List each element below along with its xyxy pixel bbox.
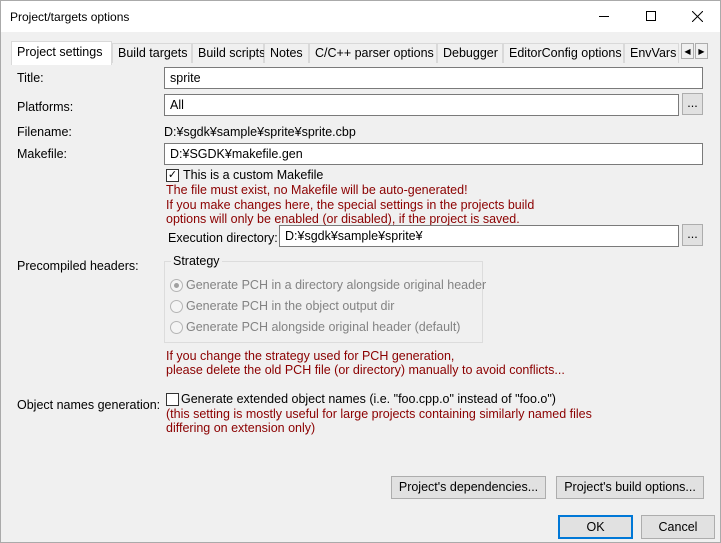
- window-title: Project/targets options: [10, 10, 130, 24]
- exec-dir-browse-button[interactable]: ...: [682, 224, 703, 246]
- tab-strip: Project settings Build targets Build scr…: [11, 41, 711, 65]
- tab-scroll-right-button[interactable]: ▶: [695, 43, 708, 59]
- project-options-dialog: Project/targets options Project settings…: [0, 0, 721, 543]
- tab-editorconfig-options[interactable]: EditorConfig options: [503, 43, 624, 64]
- extended-names-label[interactable]: Generate extended object names (i.e. "fo…: [181, 392, 556, 406]
- platforms-label: Platforms:: [17, 100, 74, 114]
- title-bar: Project/targets options: [1, 1, 720, 32]
- pch-option-directory-label[interactable]: Generate PCH in a directory alongside or…: [186, 278, 486, 292]
- platforms-input[interactable]: All: [164, 94, 679, 116]
- close-button[interactable]: [674, 1, 720, 31]
- filename-label: Filename:: [17, 125, 72, 139]
- close-icon: [691, 10, 703, 22]
- maximize-icon: [646, 11, 656, 21]
- pch-option-directory-radio[interactable]: [170, 279, 183, 292]
- radio-selected-dot: [174, 283, 179, 288]
- project-settings-panel: Title: sprite Platforms: All ... Filenam…: [11, 63, 711, 507]
- pch-label: Precompiled headers:: [17, 259, 139, 273]
- tab-envvars[interactable]: EnvVars: [624, 43, 679, 64]
- tab-build-targets[interactable]: Build targets: [112, 43, 192, 64]
- pch-note-line2: please delete the old PCH file (or direc…: [166, 363, 565, 377]
- tab-scroll-left-button[interactable]: ◀: [681, 43, 694, 59]
- cancel-button[interactable]: Cancel: [641, 515, 715, 539]
- platforms-browse-button[interactable]: ...: [682, 93, 703, 115]
- exec-dir-label: Execution directory:: [168, 231, 278, 245]
- objnames-note-line2: differing on extension only): [166, 421, 316, 435]
- pch-option-object-dir-radio[interactable]: [170, 300, 183, 313]
- pch-option-alongside-radio[interactable]: [170, 321, 183, 334]
- chevron-left-icon: ◀: [684, 46, 691, 56]
- objnames-label: Object names generation:: [17, 398, 161, 412]
- tab-build-scripts[interactable]: Build scripts: [192, 43, 265, 64]
- objnames-note-line1: (this setting is mostly useful for large…: [166, 407, 592, 421]
- custom-makefile-label[interactable]: This is a custom Makefile: [183, 168, 323, 182]
- makefile-label: Makefile:: [17, 147, 68, 161]
- checkmark-icon: ✓: [167, 169, 178, 181]
- minimize-icon: [599, 15, 609, 17]
- title-label: Title:: [17, 71, 44, 85]
- custom-makefile-checkbox[interactable]: ✓: [166, 169, 179, 182]
- strategy-legend: Strategy: [171, 254, 222, 268]
- ok-button[interactable]: OK: [558, 515, 633, 539]
- makefile-warning-line3: options will only be enabled (or disable…: [166, 212, 520, 226]
- project-dependencies-button[interactable]: Project's dependencies...: [391, 476, 546, 499]
- tab-project-settings[interactable]: Project settings: [11, 41, 112, 65]
- maximize-button[interactable]: [628, 1, 674, 31]
- tab-debugger[interactable]: Debugger: [437, 43, 503, 64]
- makefile-input[interactable]: D:¥SGDK¥makefile.gen: [164, 143, 703, 165]
- project-build-options-button[interactable]: Project's build options...: [556, 476, 704, 499]
- tab-notes[interactable]: Notes: [264, 43, 309, 64]
- chevron-right-icon: ▶: [698, 46, 705, 56]
- minimize-button[interactable]: [581, 1, 627, 31]
- exec-dir-input[interactable]: D:¥sgdk¥sample¥sprite¥: [279, 225, 679, 247]
- pch-note-line1: If you change the strategy used for PCH …: [166, 349, 455, 363]
- pch-option-object-dir-label[interactable]: Generate PCH in the object output dir: [186, 299, 394, 313]
- filename-value: D:¥sgdk¥sample¥sprite¥sprite.cbp: [164, 125, 356, 139]
- title-input[interactable]: sprite: [164, 67, 703, 89]
- tab-cpp-parser-options[interactable]: C/C++ parser options: [309, 43, 437, 64]
- makefile-warning-line1: The file must exist, no Makefile will be…: [166, 183, 468, 197]
- pch-option-alongside-label[interactable]: Generate PCH alongside original header (…: [186, 320, 460, 334]
- makefile-warning-line2: If you make changes here, the special se…: [166, 198, 535, 212]
- extended-names-checkbox[interactable]: [166, 393, 179, 406]
